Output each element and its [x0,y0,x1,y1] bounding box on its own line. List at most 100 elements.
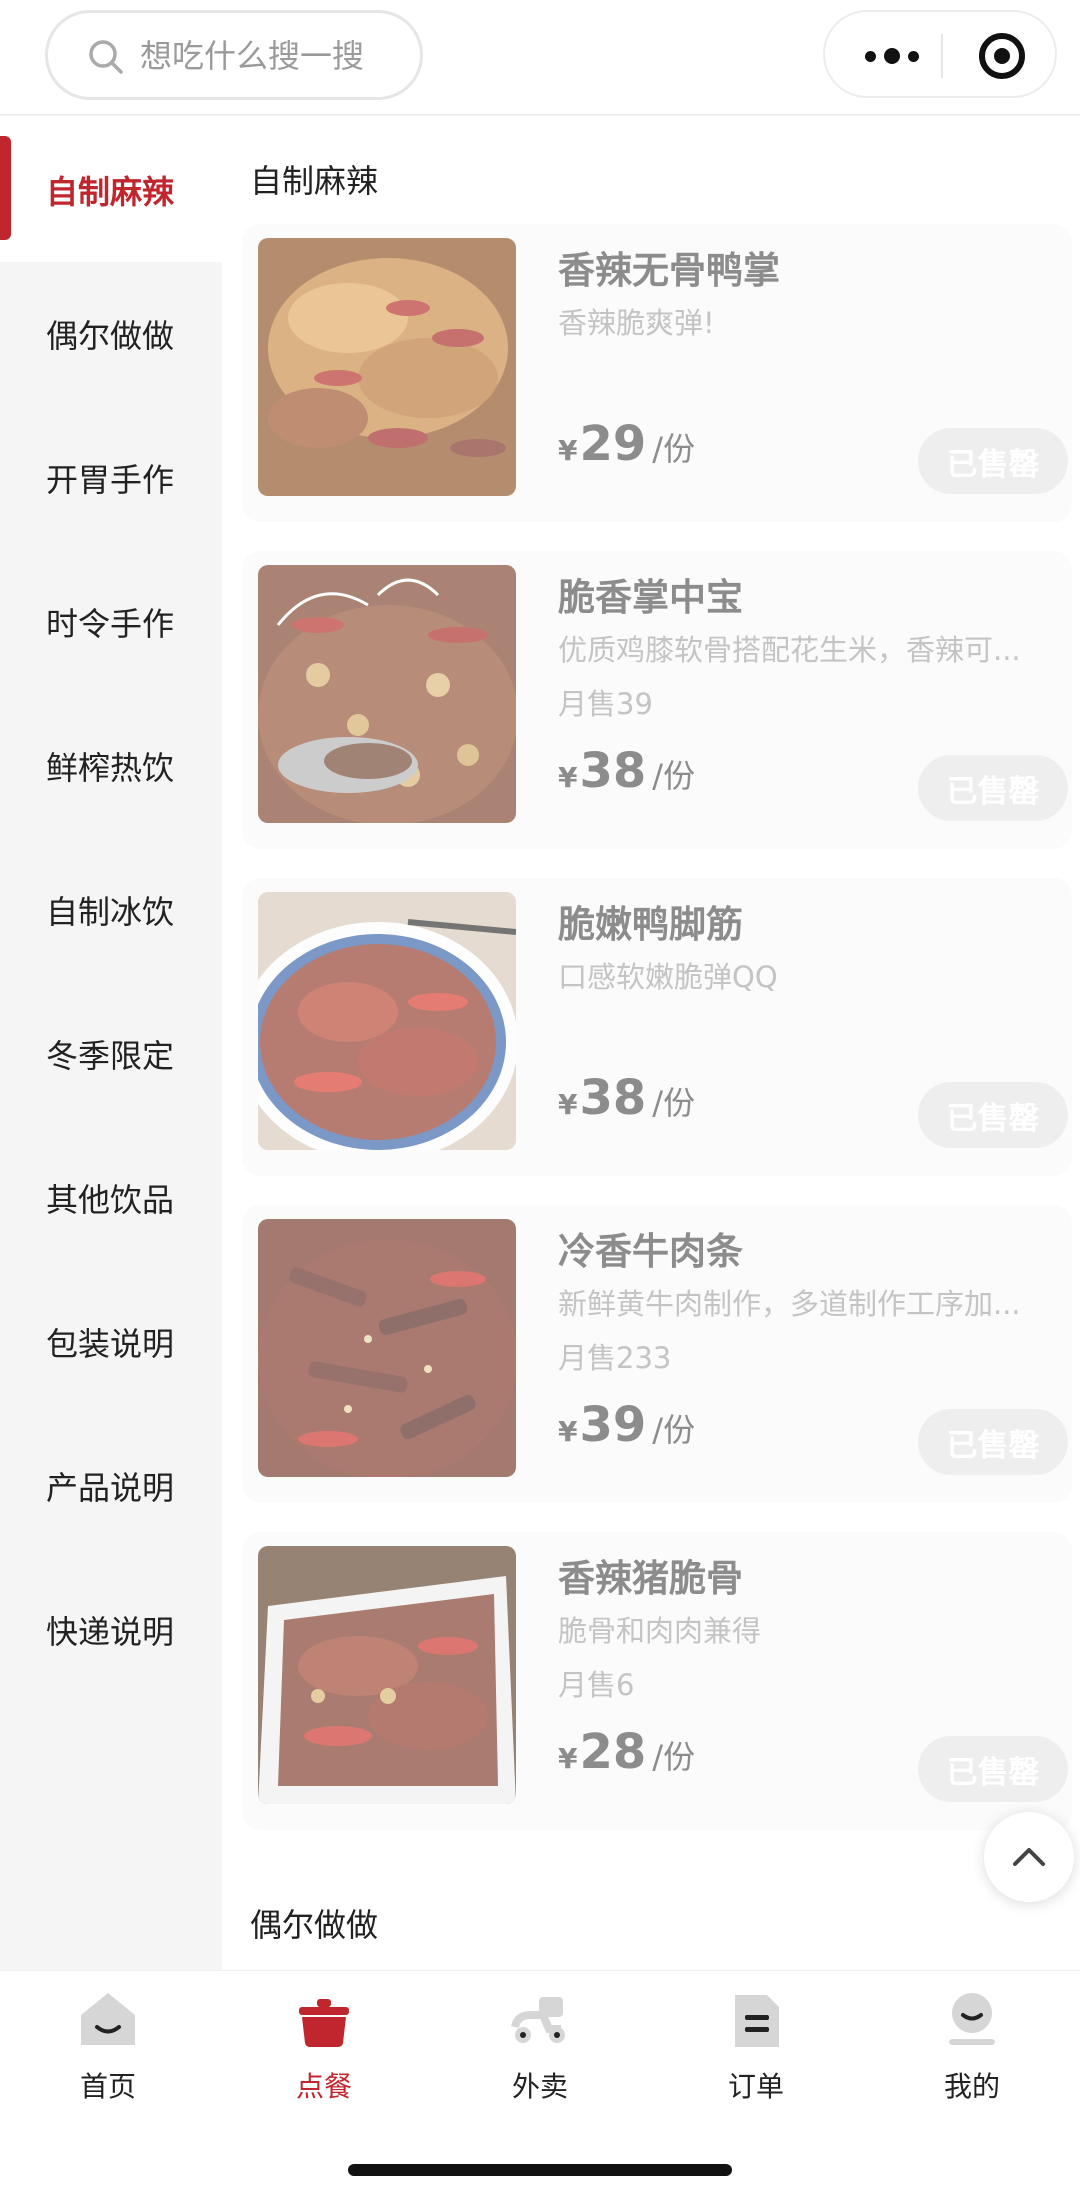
back-to-top-button[interactable] [984,1812,1074,1902]
tab-label: 外卖 [511,2070,568,2103]
price-unit: /份 [652,757,696,795]
sidebar-item-2[interactable]: 开胃手作 [0,406,222,550]
price-value: 39 [579,1397,647,1453]
product-price: ¥ 39 /份 [558,1397,695,1453]
product-desc: 优质鸡膝软骨搭配花生米，香辣可... [558,633,1021,667]
tab-profile[interactable]: 我的 [897,1989,1047,2109]
product-name: 脆香掌中宝 [558,576,743,619]
sidebar-item-8[interactable]: 包装说明 [0,1270,222,1414]
sidebar-item-6[interactable]: 冬季限定 [0,982,222,1126]
price-value: 29 [579,416,647,472]
sidebar-item-label: 开胃手作 [46,461,175,499]
sidebar-item-label: 产品说明 [46,1469,175,1507]
search-bar[interactable] [45,10,423,100]
price-unit: /份 [652,1738,696,1776]
search-icon [89,40,123,74]
capsule-divider [941,34,943,78]
section-title-next: 偶尔做做 [250,1906,379,1944]
product-desc: 新鲜黄牛肉制作，多道制作工序加... [558,1287,1021,1321]
sidebar-item-5[interactable]: 自制冰饮 [0,838,222,982]
currency-symbol: ¥ [558,761,578,794]
currency-symbol: ¥ [558,1088,578,1121]
product-card[interactable]: 香辣猪脆骨 脆骨和肉肉兼得 月售6 ¥ 28 /份 已售罄 [242,1532,1072,1830]
product-desc: 香辣脆爽弹! [558,306,715,340]
category-sidebar: 自制麻辣 偶尔做做 开胃手作 时令手作 鲜榨热饮 自制冰饮 冬季限定 其他饮品 … [0,118,222,1970]
price-unit: /份 [652,430,696,468]
currency-symbol: ¥ [558,1415,578,1448]
sidebar-item-label: 偶尔做做 [46,317,175,355]
tab-order-food[interactable]: 点餐 [249,1989,399,2109]
monthly-sales: 月售6 [558,1668,635,1702]
sidebar-item-1[interactable]: 偶尔做做 [0,262,222,406]
mini-program-capsule [823,10,1057,98]
product-price: ¥ 29 /份 [558,416,695,472]
tab-label: 我的 [943,2070,1000,2103]
product-card[interactable]: 脆香掌中宝 优质鸡膝软骨搭配花生米，香辣可... 月售39 ¥ 38 /份 已售… [242,551,1072,849]
sold-out-button[interactable]: 已售罄 [918,755,1068,821]
more-dots-icon[interactable] [855,30,929,82]
product-image [258,892,516,1150]
top-bar [0,0,1080,116]
sold-out-button[interactable]: 已售罄 [918,1082,1068,1148]
sidebar-item-label: 包装说明 [46,1325,175,1363]
section-title: 自制麻辣 [250,162,379,200]
product-price: ¥ 38 /份 [558,1070,695,1126]
price-unit: /份 [652,1411,696,1449]
sidebar-item-label: 其他饮品 [46,1181,175,1219]
product-name: 香辣猪脆骨 [558,1557,743,1600]
sidebar-item-3[interactable]: 时令手作 [0,550,222,694]
sidebar-item-label: 快递说明 [46,1613,175,1651]
product-image [258,238,516,496]
target-close-icon[interactable] [979,33,1025,79]
monthly-sales: 月售233 [558,1341,672,1375]
order-icon [735,1995,779,2047]
product-price: ¥ 28 /份 [558,1724,695,1780]
sidebar-item-label: 自制麻辣 [46,173,175,211]
product-image [258,1546,516,1804]
product-card[interactable]: 冷香牛肉条 新鲜黄牛肉制作，多道制作工序加... 月售233 ¥ 39 /份 已… [242,1205,1072,1503]
sidebar-item-label: 鲜榨热饮 [46,749,175,787]
product-name: 冷香牛肉条 [558,1230,743,1273]
product-list: 自制麻辣 香辣无骨鸭掌 香辣脆爽弹! ¥ 29 /份 已售罄 脆香掌中宝 优质鸡… [222,118,1080,1970]
sidebar-item-label: 自制冰饮 [46,893,175,931]
price-value: 38 [579,743,647,799]
sidebar-item-0[interactable]: 自制麻辣 [0,118,222,262]
currency-symbol: ¥ [558,1742,578,1775]
scooter-icon [511,1997,565,2043]
monthly-sales: 月售39 [558,687,653,721]
tab-home[interactable]: 首页 [33,1989,183,2109]
sidebar-item-7[interactable]: 其他饮品 [0,1126,222,1270]
home-icon [81,1993,135,2045]
chevron-up-icon [1013,1848,1045,1866]
product-name: 脆嫩鸭脚筋 [558,903,743,946]
product-card[interactable]: 脆嫩鸭脚筋 口感软嫩脆弹QQ ¥ 38 /份 已售罄 [242,878,1072,1176]
product-desc: 口感软嫩脆弹QQ [558,960,778,994]
sidebar-item-9[interactable]: 产品说明 [0,1414,222,1558]
profile-icon [949,1993,995,2045]
product-desc: 脆骨和肉肉兼得 [558,1614,762,1648]
tab-label: 点餐 [295,2070,352,2103]
sidebar-item-10[interactable]: 快递说明 [0,1558,222,1702]
product-price: ¥ 38 /份 [558,743,695,799]
product-image [258,1219,516,1477]
product-card[interactable]: 香辣无骨鸭掌 香辣脆爽弹! ¥ 29 /份 已售罄 [242,224,1072,522]
product-name: 香辣无骨鸭掌 [558,249,780,292]
search-input[interactable] [140,31,400,81]
product-image [258,565,516,823]
sold-out-button[interactable]: 已售罄 [918,1409,1068,1475]
tab-delivery[interactable]: 外卖 [465,1989,615,2109]
sold-out-button[interactable]: 已售罄 [918,1736,1068,1802]
currency-symbol: ¥ [558,434,578,467]
tab-label: 订单 [727,2070,784,2103]
price-value: 38 [579,1070,647,1126]
price-value: 28 [579,1724,647,1780]
sidebar-item-4[interactable]: 鲜榨热饮 [0,694,222,838]
price-unit: /份 [652,1084,696,1122]
sold-out-button[interactable]: 已售罄 [918,428,1068,494]
sidebar-item-label: 时令手作 [46,605,175,643]
tab-label: 首页 [79,2070,136,2103]
sidebar-item-label: 冬季限定 [46,1037,175,1075]
tab-orders[interactable]: 订单 [681,1989,831,2109]
pot-icon [299,1999,349,2047]
home-indicator [348,2164,732,2176]
